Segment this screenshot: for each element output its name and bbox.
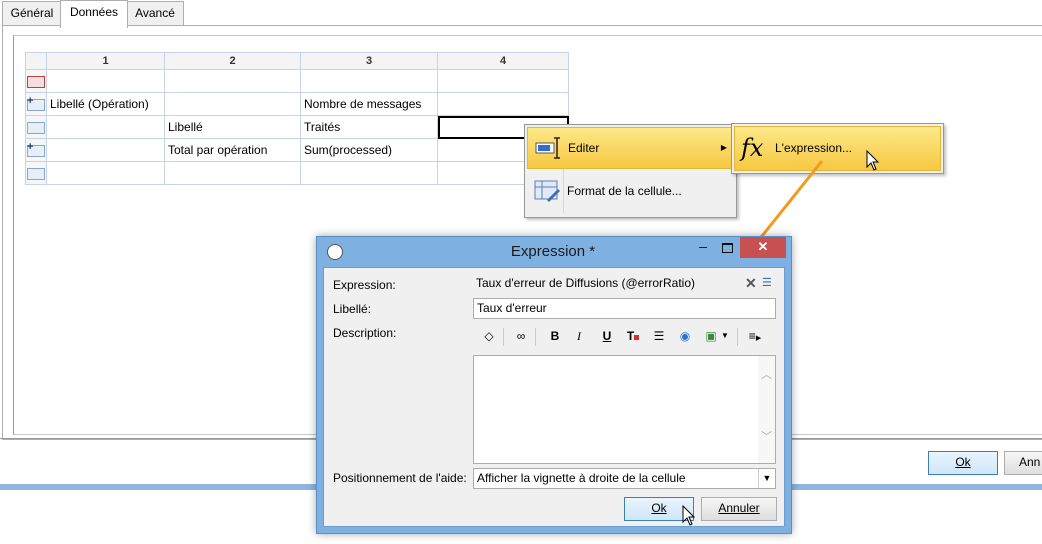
tab-avance[interactable]: Avancé xyxy=(126,1,184,26)
description-editor[interactable]: ︿ ﹀ xyxy=(473,355,776,464)
grid-cell[interactable]: Total par opération xyxy=(164,138,301,162)
dialog-cancel-label: Annuler xyxy=(718,501,760,515)
libelle-value: Taux d'erreur xyxy=(477,301,547,315)
image-dropdown-icon[interactable]: ▼ xyxy=(719,325,731,347)
ok-cursor-icon xyxy=(682,505,696,526)
expression-field[interactable]: Taux d'erreur de Diffusions (@errorRatio… xyxy=(473,274,776,295)
toolbar-separator xyxy=(535,328,536,346)
chevron-down-icon[interactable]: ▼ xyxy=(758,469,775,488)
grid-cell[interactable] xyxy=(437,92,569,116)
description-label: Description: xyxy=(333,326,397,340)
close-button[interactable]: ✕ xyxy=(740,237,786,258)
header-row-icon xyxy=(27,75,45,88)
grid-cell[interactable] xyxy=(300,161,438,185)
maximize-button[interactable] xyxy=(715,237,739,259)
grid-cell[interactable]: Nombre de messages xyxy=(300,92,438,116)
menu-item-format-label: Format de la cellule... xyxy=(567,184,682,198)
grid-cell[interactable]: Sum(processed) xyxy=(300,138,438,162)
close-icon: ✕ xyxy=(757,239,769,254)
dialog-body: Expression: Taux d'erreur de Diffusions … xyxy=(323,267,785,527)
toolbar-separator xyxy=(503,328,504,346)
tab-general-label: Général xyxy=(10,6,54,20)
menu-item-editer[interactable]: Editer ▶ xyxy=(527,127,734,169)
column-header[interactable]: 3 xyxy=(300,52,438,70)
background-ok-button[interactable]: Ok xyxy=(928,451,998,475)
tab-donnees[interactable]: Données xyxy=(60,0,128,28)
expression-dialog: Expression * – ✕ Expression: Taux d'erre… xyxy=(316,236,792,534)
grid-cell[interactable] xyxy=(437,69,569,93)
edit-icon xyxy=(535,137,560,159)
link-icon[interactable]: ◉ xyxy=(675,325,695,347)
list-icon[interactable]: ☰ xyxy=(649,325,669,347)
source-icon[interactable]: ◇ xyxy=(479,325,499,347)
bold-button[interactable]: B xyxy=(545,325,565,347)
data-row-icon xyxy=(27,121,45,134)
context-menu: Editer ▶ Format de la cellule... xyxy=(524,124,737,218)
grid-cell[interactable] xyxy=(46,161,165,185)
text-color-icon[interactable]: T xyxy=(623,325,643,347)
background-cancel-label: Ann xyxy=(1019,455,1041,469)
grid-cell[interactable] xyxy=(164,161,301,185)
grid-cell[interactable]: Libellé (Opération) xyxy=(46,92,165,116)
column-header[interactable]: 1 xyxy=(46,52,165,70)
grid-cell[interactable] xyxy=(164,69,301,93)
tab-general[interactable]: Général xyxy=(2,1,62,26)
background-cancel-button[interactable]: Ann xyxy=(1004,451,1042,475)
underline-button[interactable]: U xyxy=(597,325,617,347)
row-header[interactable] xyxy=(25,138,47,162)
clear-icon[interactable]: ✕ xyxy=(745,274,757,293)
menu-item-format[interactable]: Format de la cellule... xyxy=(527,171,732,211)
tab-avance-label: Avancé xyxy=(135,6,175,20)
toolbar-separator xyxy=(737,328,738,346)
dialog-ok-label: Ok xyxy=(651,501,667,515)
help-position-label: Positionnement de l'aide: xyxy=(333,471,467,485)
report-grid: 1 2 3 4 Libellé (Opération) Nombre de me… xyxy=(25,52,569,185)
corner-cell xyxy=(25,52,47,70)
row-header[interactable] xyxy=(25,161,47,185)
grid-cell[interactable] xyxy=(46,69,165,93)
expand-row-icon xyxy=(27,95,45,111)
menu-item-editer-label: Editer xyxy=(568,141,600,155)
footer-row-icon xyxy=(27,167,45,180)
grid-cell[interactable] xyxy=(164,92,301,116)
scroll-down-icon[interactable]: ﹀ xyxy=(761,428,772,447)
grid-cell[interactable] xyxy=(46,138,165,162)
grid-cell[interactable]: Traités xyxy=(300,115,438,139)
total-row-icon xyxy=(27,141,45,157)
grid-cell[interactable] xyxy=(300,69,438,93)
libelle-field[interactable]: Taux d'erreur xyxy=(473,298,776,319)
scroll-up-icon[interactable]: ︿ xyxy=(761,366,772,385)
row-header[interactable] xyxy=(25,69,47,93)
find-icon[interactable]: ∞ xyxy=(511,325,531,347)
column-header[interactable]: 2 xyxy=(164,52,301,70)
cell-format-icon xyxy=(534,180,560,202)
expression-label: Expression: xyxy=(333,278,396,292)
maximize-icon xyxy=(722,243,733,253)
expression-picker-icon[interactable]: ☰ xyxy=(762,274,772,293)
background-ok-label: Ok xyxy=(955,455,971,469)
description-toolbar: ◇ ∞ B I U T ☰ ◉ ▣ ▼ ≡▶ xyxy=(473,325,776,349)
mouse-cursor-icon xyxy=(866,150,880,171)
dialog-cancel-button[interactable]: Annuler xyxy=(701,497,777,521)
help-position-select[interactable]: Afficher la vignette à droite de la cell… xyxy=(473,468,776,489)
libelle-label: Libellé: xyxy=(333,302,372,316)
image-icon[interactable]: ▣ xyxy=(701,325,721,347)
grid-cell[interactable]: Libellé xyxy=(164,115,301,139)
minimize-button[interactable]: – xyxy=(692,237,714,259)
column-header[interactable]: 4 xyxy=(437,52,569,70)
expression-value: Taux d'erreur de Diffusions (@errorRatio… xyxy=(476,276,695,290)
help-position-value: Afficher la vignette à droite de la cell… xyxy=(477,471,686,485)
align-icon[interactable]: ≡▶ xyxy=(745,325,765,347)
row-header[interactable] xyxy=(25,115,47,139)
editor-scrollbar[interactable]: ︿ ﹀ xyxy=(758,356,775,463)
italic-button[interactable]: I xyxy=(569,325,589,347)
grid-cell[interactable] xyxy=(46,115,165,139)
row-header[interactable] xyxy=(25,92,47,116)
tab-donnees-label: Données xyxy=(69,5,119,19)
